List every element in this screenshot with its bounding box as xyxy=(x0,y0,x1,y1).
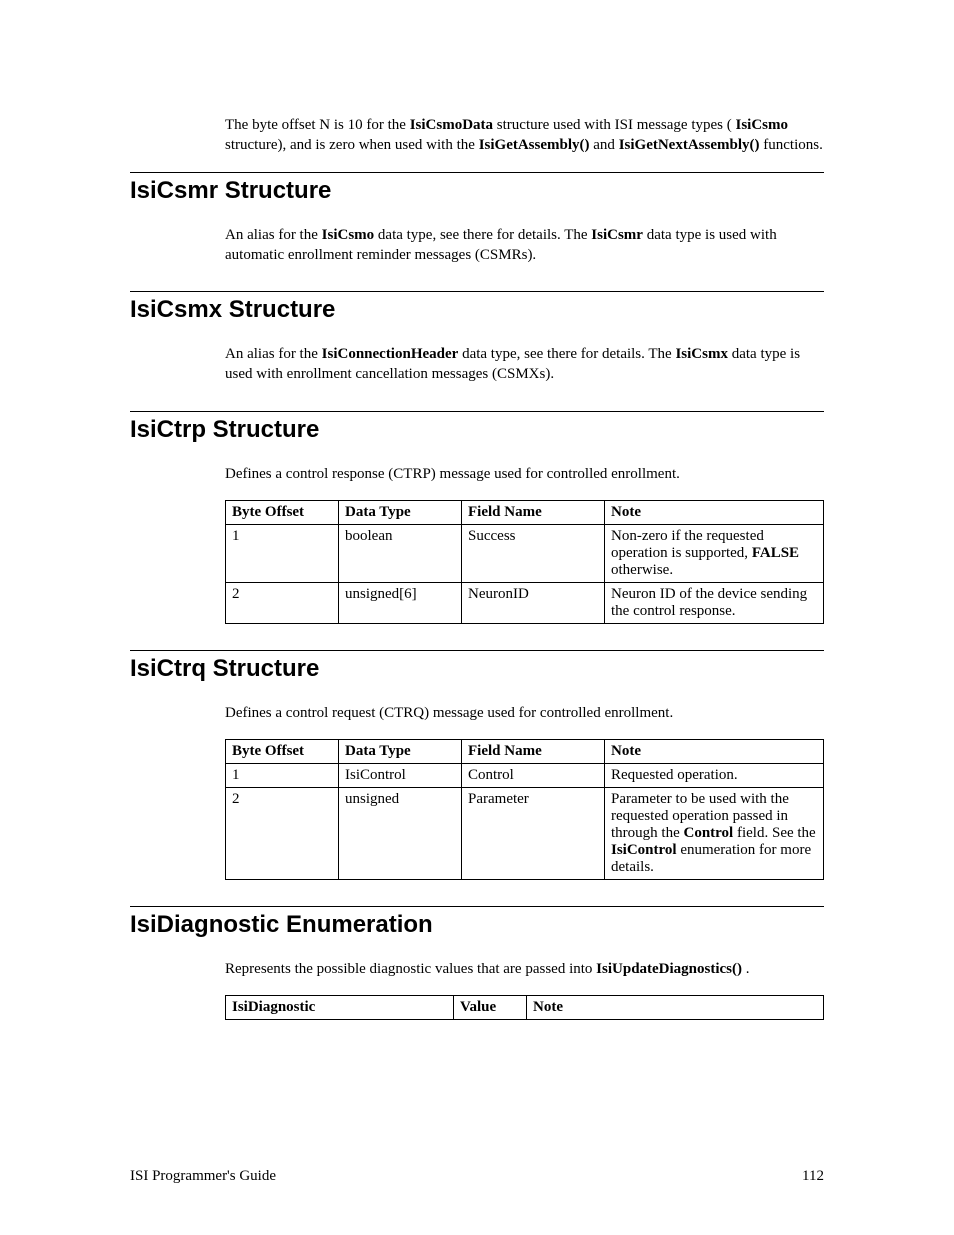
col-header: Field Name xyxy=(462,500,605,524)
text: IsiCsmx xyxy=(675,346,728,362)
intro-paragraph: The byte offset N is 10 for the IsiCsmoD… xyxy=(225,115,824,156)
heading-isictrq: IsiCtrq Structure xyxy=(130,655,824,683)
section-isictrq: IsiCtrq Structure Defines a control requ… xyxy=(130,650,824,880)
isidiagnostic-paragraph: Represents the possible diagnostic value… xyxy=(225,959,824,979)
col-header: Note xyxy=(605,740,824,764)
text: and xyxy=(593,137,618,153)
section-isicsmx: IsiCsmx Structure An alias for the IsiCo… xyxy=(130,291,824,385)
table-row: 2 unsigned[6] NeuronID Neuron ID of the … xyxy=(226,582,824,623)
section-rule xyxy=(130,172,824,173)
heading-isicsmr: IsiCsmr Structure xyxy=(130,177,824,205)
cell-note: Requested operation. xyxy=(605,764,824,788)
text: Represents the possible diagnostic value… xyxy=(225,961,596,977)
text: IsiCsmoData xyxy=(410,117,493,133)
text: data type, see there for details. The xyxy=(378,227,591,243)
text: data type, see there for details. The xyxy=(462,346,675,362)
text: IsiGetNextAssembly() xyxy=(619,137,760,153)
text: Non-zero if the requested operation is s… xyxy=(611,528,764,561)
cell-note: Neuron ID of the device sending the cont… xyxy=(605,582,824,623)
table-row: 1 boolean Success Non-zero if the reques… xyxy=(226,524,824,582)
text: IsiCsmo xyxy=(322,227,375,243)
table-row: 1 IsiControl Control Requested operation… xyxy=(226,764,824,788)
col-header: Byte Offset xyxy=(226,740,339,764)
section-rule xyxy=(130,291,824,292)
text: Neuron ID of the device sending the cont… xyxy=(611,586,807,619)
col-header: Data Type xyxy=(339,500,462,524)
section-isidiagnostic: IsiDiagnostic Enumeration Represents the… xyxy=(130,906,824,1020)
page-footer: ISI Programmer's Guide 112 xyxy=(130,1168,824,1185)
text: The byte offset N is 10 for the xyxy=(225,117,410,133)
text: Requested operation. xyxy=(611,767,738,783)
col-header: Value xyxy=(454,996,527,1020)
text: IsiGetAssembly() xyxy=(479,137,590,153)
cell-name: Parameter xyxy=(462,788,605,880)
section-rule xyxy=(130,906,824,907)
isicsmr-paragraph: An alias for the IsiCsmo data type, see … xyxy=(225,225,824,266)
text: An alias for the xyxy=(225,346,322,362)
cell-name: Success xyxy=(462,524,605,582)
text: structure used with ISI message types ( xyxy=(497,117,732,133)
col-header: Byte Offset xyxy=(226,500,339,524)
heading-isicsmx: IsiCsmx Structure xyxy=(130,296,824,324)
col-header: Data Type xyxy=(339,740,462,764)
text: An alias for the xyxy=(225,227,322,243)
table-isidiagnostic: IsiDiagnostic Value Note xyxy=(225,995,824,1020)
section-isictrp: IsiCtrp Structure Defines a control resp… xyxy=(130,411,824,624)
text: IsiUpdateDiagnostics() xyxy=(596,961,742,977)
text: otherwise. xyxy=(611,562,673,578)
text: structure), and is zero when used with t… xyxy=(225,137,479,153)
col-header: IsiDiagnostic xyxy=(226,996,454,1020)
table-row: 2 unsigned Parameter Parameter to be use… xyxy=(226,788,824,880)
text: functions. xyxy=(763,137,823,153)
heading-isidiagnostic: IsiDiagnostic Enumeration xyxy=(130,911,824,939)
cell-type: IsiControl xyxy=(339,764,462,788)
page-number: 112 xyxy=(802,1168,824,1185)
cell-name: NeuronID xyxy=(462,582,605,623)
cell-note: Parameter to be used with the requested … xyxy=(605,788,824,880)
section-rule xyxy=(130,411,824,412)
isictrq-desc: Defines a control request (CTRQ) message… xyxy=(225,703,824,723)
text: IsiCsmr xyxy=(591,227,643,243)
footer-title: ISI Programmer's Guide xyxy=(130,1168,276,1185)
text: field. See the xyxy=(737,825,816,841)
heading-isictrp: IsiCtrp Structure xyxy=(130,416,824,444)
cell-offset: 1 xyxy=(226,764,339,788)
isicsmx-paragraph: An alias for the IsiConnectionHeader dat… xyxy=(225,344,824,385)
table-header-row: IsiDiagnostic Value Note xyxy=(226,996,824,1020)
col-header: Note xyxy=(605,500,824,524)
section-rule xyxy=(130,650,824,651)
cell-offset: 2 xyxy=(226,582,339,623)
table-header-row: Byte Offset Data Type Field Name Note xyxy=(226,500,824,524)
col-header: Note xyxy=(527,996,824,1020)
text: . xyxy=(746,961,750,977)
table-isictrq: Byte Offset Data Type Field Name Note 1 … xyxy=(225,739,824,880)
text: Control xyxy=(684,825,734,841)
cell-offset: 2 xyxy=(226,788,339,880)
cell-type: unsigned[6] xyxy=(339,582,462,623)
page-content: The byte offset N is 10 for the IsiCsmoD… xyxy=(0,0,954,1235)
text: FALSE xyxy=(752,545,799,561)
section-isicsmr: IsiCsmr Structure An alias for the IsiCs… xyxy=(130,172,824,266)
cell-name: Control xyxy=(462,764,605,788)
cell-offset: 1 xyxy=(226,524,339,582)
table-header-row: Byte Offset Data Type Field Name Note xyxy=(226,740,824,764)
text: IsiCsmo xyxy=(735,117,788,133)
cell-type: boolean xyxy=(339,524,462,582)
table-isictrp: Byte Offset Data Type Field Name Note 1 … xyxy=(225,500,824,624)
cell-type: unsigned xyxy=(339,788,462,880)
text: IsiConnectionHeader xyxy=(322,346,459,362)
cell-note: Non-zero if the requested operation is s… xyxy=(605,524,824,582)
col-header: Field Name xyxy=(462,740,605,764)
isictrp-desc: Defines a control response (CTRP) messag… xyxy=(225,464,824,484)
text: IsiControl xyxy=(611,842,677,858)
